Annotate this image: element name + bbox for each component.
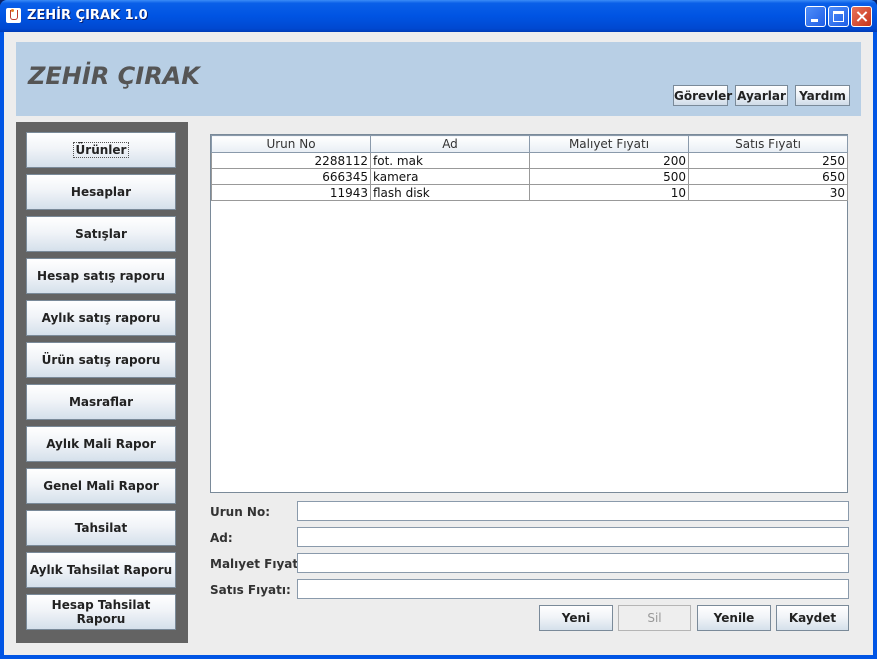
cell-ad[interactable]: flash disk bbox=[370, 184, 530, 201]
satis-fiyati-input[interactable] bbox=[297, 579, 849, 599]
sidebar-item-tahsilat[interactable]: Tahsilat bbox=[26, 510, 176, 546]
window-title: ZEHİR ÇIRAK 1.0 bbox=[27, 8, 148, 23]
new-button[interactable]: Yeni bbox=[539, 605, 613, 631]
sidebar-item-hesap-satis-raporu[interactable]: Hesap satış raporu bbox=[26, 258, 176, 294]
sidebar-item-masraflar[interactable]: Masraflar bbox=[26, 384, 176, 420]
sidebar-item-label: Ürünler bbox=[72, 142, 130, 158]
urun-no-label: Urun No: bbox=[210, 505, 271, 519]
cell-satis-fiyati[interactable]: 650 bbox=[688, 168, 848, 185]
urun-no-input[interactable] bbox=[297, 501, 849, 521]
client-area: ZEHİR ÇIRAK Görevler Ayarlar Yardım Ürün… bbox=[4, 32, 873, 655]
sidebar-item-aylik-mali-rapor[interactable]: Aylık Mali Rapor bbox=[26, 426, 176, 462]
ad-input[interactable] bbox=[297, 527, 849, 547]
sidebar-item-genel-mali-rapor[interactable]: Genel Mali Rapor bbox=[26, 468, 176, 504]
cell-satis-fiyati[interactable]: 250 bbox=[688, 152, 848, 169]
cell-ad[interactable]: kamera bbox=[370, 168, 530, 185]
sidebar-item-urun-satis-raporu[interactable]: Ürün satış raporu bbox=[26, 342, 176, 378]
products-grid: Urun No Ad Malıyet Fıyatı Satıs Fıyatı 2… bbox=[211, 135, 848, 201]
sidebar-item-aylik-tahsilat-raporu[interactable]: Aylık Tahsilat Raporu bbox=[26, 552, 176, 588]
cell-maliyet-fiyati[interactable]: 10 bbox=[529, 184, 689, 201]
ad-label: Ad: bbox=[210, 531, 233, 545]
cell-ad[interactable]: fot. mak bbox=[370, 152, 530, 169]
table-row[interactable]: 2288112 fot. mak 200 250 bbox=[211, 152, 848, 169]
sidebar-item-hesaplar[interactable]: Hesaplar bbox=[26, 174, 176, 210]
sidebar-item-aylik-satis-raporu[interactable]: Aylık satış raporu bbox=[26, 300, 176, 336]
cell-maliyet-fiyati[interactable]: 500 bbox=[529, 168, 689, 185]
cell-urun-no[interactable]: 11943 bbox=[211, 184, 371, 201]
maliyet-fiyati-label: Malıyet Fıyatı: bbox=[210, 557, 308, 571]
column-header-ad[interactable]: Ad bbox=[370, 135, 530, 153]
cell-urun-no[interactable]: 2288112 bbox=[211, 152, 371, 169]
delete-button[interactable]: Sil bbox=[618, 605, 691, 631]
sidebar-item-satislar[interactable]: Satışlar bbox=[26, 216, 176, 252]
satis-fiyati-label: Satıs Fıyatı: bbox=[210, 583, 291, 597]
sidebar-item-urunler[interactable]: Ürünler bbox=[26, 132, 176, 168]
column-header-urun-no[interactable]: Urun No bbox=[211, 135, 371, 153]
cell-urun-no[interactable]: 666345 bbox=[211, 168, 371, 185]
app-window: ZEHİR ÇIRAK 1.0 ZEHİR ÇIRAK Görevler Aya… bbox=[0, 0, 877, 659]
sidebar: Ürünler Hesaplar Satışlar Hesap satış ra… bbox=[16, 122, 188, 643]
java-app-icon[interactable] bbox=[6, 8, 21, 23]
gorevler-button[interactable]: Görevler bbox=[673, 85, 732, 106]
column-header-satis-fiyati[interactable]: Satıs Fıyatı bbox=[688, 135, 848, 153]
ayarlar-button[interactable]: Ayarlar bbox=[735, 85, 788, 106]
save-button[interactable]: Kaydet bbox=[776, 605, 849, 631]
maximize-icon bbox=[833, 11, 844, 22]
table-header-row: Urun No Ad Malıyet Fıyatı Satıs Fıyatı bbox=[211, 135, 848, 153]
column-header-maliyet-fiyati[interactable]: Malıyet Fıyatı bbox=[529, 135, 689, 153]
close-icon bbox=[852, 7, 871, 26]
minimize-icon bbox=[811, 19, 818, 22]
title-bar[interactable]: ZEHİR ÇIRAK 1.0 bbox=[0, 0, 877, 32]
header-panel: ZEHİR ÇIRAK Görevler Ayarlar Yardım bbox=[16, 42, 861, 116]
minimize-button[interactable] bbox=[805, 6, 826, 27]
app-name: ZEHİR ÇIRAK bbox=[28, 62, 200, 90]
table-row[interactable]: 11943 flash disk 10 30 bbox=[211, 184, 848, 201]
refresh-button[interactable]: Yenile bbox=[697, 605, 771, 631]
maliyet-fiyati-input[interactable] bbox=[297, 553, 849, 573]
products-table[interactable]: Urun No Ad Malıyet Fıyatı Satıs Fıyatı 2… bbox=[210, 134, 848, 493]
sidebar-item-hesap-tahsilat-raporu[interactable]: Hesap Tahsilat Raporu bbox=[26, 594, 176, 630]
yardim-button[interactable]: Yardım bbox=[795, 85, 850, 106]
cell-maliyet-fiyati[interactable]: 200 bbox=[529, 152, 689, 169]
close-button[interactable] bbox=[851, 6, 872, 27]
maximize-button[interactable] bbox=[828, 6, 849, 27]
table-row[interactable]: 666345 kamera 500 650 bbox=[211, 168, 848, 185]
cell-satis-fiyati[interactable]: 30 bbox=[688, 184, 848, 201]
